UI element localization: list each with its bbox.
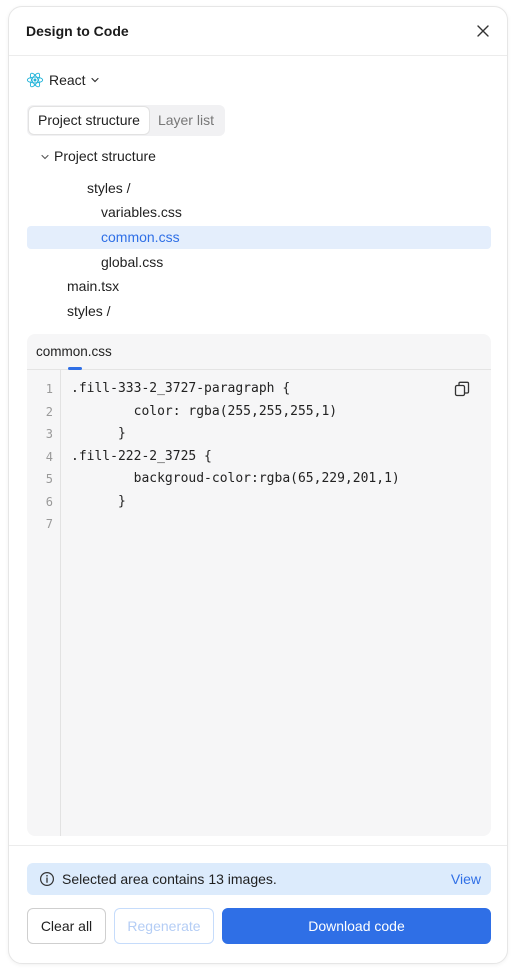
view-tabs: Project structure Layer list [27,105,225,136]
tree-item-styles-folder-2[interactable]: styles / [27,300,491,323]
framework-selector[interactable]: React [26,70,100,90]
tab-layer-list[interactable]: Layer list [149,107,223,134]
tree-item-label: variables.css [101,204,182,220]
line-number-gutter: 1 2 3 4 5 6 7 [27,370,61,836]
regenerate-button[interactable]: Regenerate [114,908,214,944]
download-code-button[interactable]: Download code [222,908,491,944]
line-number: 2 [45,404,53,419]
notice-text: Selected area contains 13 images. [62,871,277,887]
line-number: 3 [45,427,53,441]
tree-item-label: main.tsx [67,278,120,294]
file-tab-common-css[interactable]: common.css [36,344,112,359]
line-number: 4 [45,449,53,464]
tree-item-variables-css[interactable]: variables.css [27,201,491,224]
line-number: 7 [45,517,53,531]
images-notice: Selected area contains 13 images. View [27,863,491,895]
footer-divider [9,845,507,846]
tree-item-label: styles / [87,180,131,196]
info-icon [39,871,55,887]
tree-item-label: styles / [67,303,111,319]
tree-item-label: common.css [101,229,180,245]
tab-project-structure[interactable]: Project structure [29,107,149,134]
active-tab-indicator [68,367,82,370]
tree-item-global-css[interactable]: global.css [27,251,491,274]
code-line[interactable]: backgroud-color:rgba(65,229,201,1) [71,468,400,491]
panel-header: Design to Code [9,7,507,56]
panel-title: Design to Code [26,23,129,39]
tree-item-label: Project structure [54,148,156,164]
view-link[interactable]: View [451,871,481,887]
tree-item-project-structure[interactable]: Project structure [27,145,491,168]
chevron-down-icon [90,77,99,83]
line-number: 5 [45,472,53,486]
clear-all-button[interactable]: Clear all [27,908,106,944]
code-line[interactable]: .fill-222-2_3725 { [71,446,212,469]
editor-tabbar: common.css [27,334,491,370]
framework-label: React [49,72,86,88]
code-editor: common.css 1 2 3 4 5 6 7 .fill-333-2_372… [27,334,491,836]
tree-item-label: global.css [101,254,164,270]
code-line[interactable]: color: rgba(255,255,255,1) [71,401,338,424]
chevron-down-icon [41,154,49,160]
code-line[interactable]: } [71,423,126,446]
code-line[interactable]: } [71,491,126,514]
copy-icon[interactable] [453,380,471,398]
line-number: 1 [45,382,53,396]
design-to-code-panel: Design to Code React Project structure L… [8,6,508,964]
tree-item-styles-folder[interactable]: styles / [27,177,491,200]
react-icon [26,72,44,88]
code-line[interactable]: .fill-333-2_3727-paragraph { [71,378,290,401]
line-number: 6 [45,494,53,509]
tree-item-main-tsx[interactable]: main.tsx [27,275,491,298]
close-icon[interactable] [473,21,493,41]
tree-item-common-css[interactable]: common.css [27,226,491,249]
